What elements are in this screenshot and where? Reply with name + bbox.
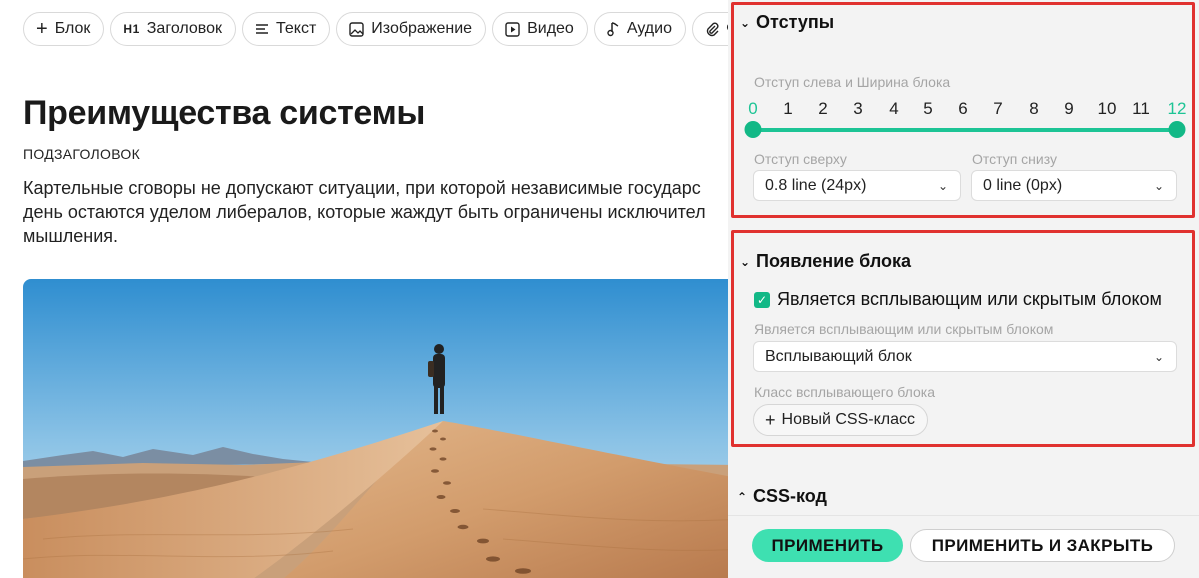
- appearance-section-header[interactable]: ⌄ Появление блока: [740, 251, 911, 272]
- plus-icon: +: [765, 409, 776, 430]
- desert-dune-photo: [23, 279, 728, 578]
- add-audio-label: Аудио: [626, 20, 672, 37]
- top-padding-value: 0.8 line (24px): [765, 176, 867, 194]
- scale-tick[interactable]: 10: [1098, 99, 1117, 119]
- new-css-class-button[interactable]: + Новый CSS-класс: [753, 404, 928, 436]
- new-css-class-label: Новый CSS-класс: [781, 411, 915, 428]
- image-icon: [349, 21, 364, 37]
- popup-class-label: Класс всплывающего блока: [754, 384, 936, 400]
- panel-footer: ПРИМЕНИТЬ ПРИМЕНИТЬ И ЗАКРЫТЬ: [728, 515, 1199, 578]
- insert-toolbar: + Блок H1 Заголовок Текст Изображение Ви…: [23, 12, 728, 46]
- bottom-padding-label: Отступ снизу: [972, 151, 1057, 167]
- popup-type-label: Является всплывающим или скрытым блоком: [754, 321, 1054, 337]
- top-padding-select[interactable]: 0.8 line (24px) ⌄: [753, 170, 961, 201]
- scale-tick[interactable]: 3: [853, 99, 862, 119]
- scale-tick[interactable]: 9: [1064, 99, 1073, 119]
- range-end-handle[interactable]: [1168, 121, 1186, 138]
- popup-block-checkbox-label: Является всплывающим или скрытым блоком: [777, 289, 1162, 309]
- width-range-track[interactable]: [753, 128, 1177, 132]
- scale-tick[interactable]: 8: [1029, 99, 1038, 119]
- block-appearance-section: ⌄ Появление блока ✓ Является всплывающим…: [731, 230, 1195, 447]
- add-text-label: Текст: [276, 20, 317, 37]
- scale-tick[interactable]: 12: [1168, 99, 1187, 119]
- chevron-down-icon: ⌄: [937, 178, 948, 193]
- css-code-section-header[interactable]: ⌃ CSS-код: [737, 486, 827, 507]
- scale-tick[interactable]: 2: [818, 99, 827, 119]
- add-block-label: Блок: [54, 20, 91, 37]
- scale-tick[interactable]: 6: [958, 99, 967, 119]
- chevron-down-icon: ⌄: [739, 15, 751, 30]
- add-text-button[interactable]: Текст: [242, 12, 331, 46]
- add-heading-label: Заголовок: [146, 20, 222, 37]
- chevron-down-icon: ⌄: [1153, 178, 1164, 193]
- add-block-button[interactable]: + Блок: [23, 12, 105, 46]
- add-heading-button[interactable]: H1 Заголовок: [110, 12, 236, 46]
- app-root: + Блок H1 Заголовок Текст Изображение Ви…: [0, 0, 1199, 578]
- chevron-down-icon: ⌄: [739, 254, 751, 269]
- add-file-button[interactable]: Фа: [691, 12, 728, 46]
- video-icon: [505, 21, 520, 37]
- range-start-handle[interactable]: [744, 121, 762, 138]
- editor-canvas: + Блок H1 Заголовок Текст Изображение Ви…: [0, 0, 728, 578]
- bottom-padding-value: 0 line (0px): [983, 176, 1063, 194]
- popup-type-select[interactable]: Всплывающий блок ⌄: [753, 341, 1177, 372]
- bottom-padding-select[interactable]: 0 line (0px) ⌄: [971, 170, 1177, 201]
- scale-tick[interactable]: 0: [748, 99, 757, 119]
- spacing-section: ⌄ Отступы Отступ слева и Ширина блока 0 …: [731, 2, 1195, 218]
- spacing-section-header[interactable]: ⌄ Отступы: [740, 12, 834, 33]
- appearance-section-title: Появление блока: [756, 251, 912, 271]
- width-field-label: Отступ слева и Ширина блока: [754, 74, 951, 90]
- paperclip-icon: [705, 21, 719, 37]
- add-video-label: Видео: [527, 20, 574, 37]
- hero-image[interactable]: [23, 279, 728, 578]
- add-video-button[interactable]: Видео: [492, 12, 588, 46]
- checkbox-checked-icon[interactable]: ✓: [754, 291, 770, 308]
- add-image-label: Изображение: [371, 20, 473, 37]
- top-padding-label: Отступ сверху: [754, 151, 847, 167]
- chevron-up-icon: ⌃: [736, 489, 748, 504]
- apply-button[interactable]: ПРИМЕНИТЬ: [752, 529, 903, 562]
- scale-tick[interactable]: 4: [889, 99, 898, 119]
- popup-block-checkbox-row[interactable]: ✓ Является всплывающим или скрытым блоко…: [754, 289, 1162, 310]
- settings-panel: ⌄ Отступы Отступ слева и Ширина блока 0 …: [728, 0, 1199, 578]
- add-image-button[interactable]: Изображение: [336, 12, 487, 46]
- css-code-section-title: CSS-код: [753, 486, 827, 506]
- chevron-down-icon: ⌄: [1153, 349, 1164, 364]
- text-lines-icon: [255, 23, 269, 35]
- spacing-section-title: Отступы: [756, 12, 835, 32]
- plus-icon: +: [36, 17, 48, 40]
- block-subtitle[interactable]: ПОДЗАГОЛОВОК: [23, 146, 140, 162]
- scale-tick[interactable]: 1: [783, 99, 792, 119]
- column-scale: 0 1 2 3 4 5 6 7 8 9 10 11 12: [745, 99, 1186, 119]
- heading-icon: H1: [123, 22, 140, 36]
- scale-tick[interactable]: 5: [923, 99, 932, 119]
- block-headline[interactable]: Преимущества системы: [23, 94, 425, 133]
- block-body-text[interactable]: Картельные сговоры не допускают ситуации…: [23, 176, 728, 248]
- scale-tick[interactable]: 11: [1132, 99, 1150, 119]
- music-note-icon: [607, 21, 620, 37]
- scale-tick[interactable]: 7: [993, 99, 1002, 119]
- popup-type-value: Всплывающий блок: [765, 347, 912, 365]
- add-audio-button[interactable]: Аудио: [593, 12, 686, 46]
- apply-and-close-button[interactable]: ПРИМЕНИТЬ И ЗАКРЫТЬ: [910, 529, 1175, 562]
